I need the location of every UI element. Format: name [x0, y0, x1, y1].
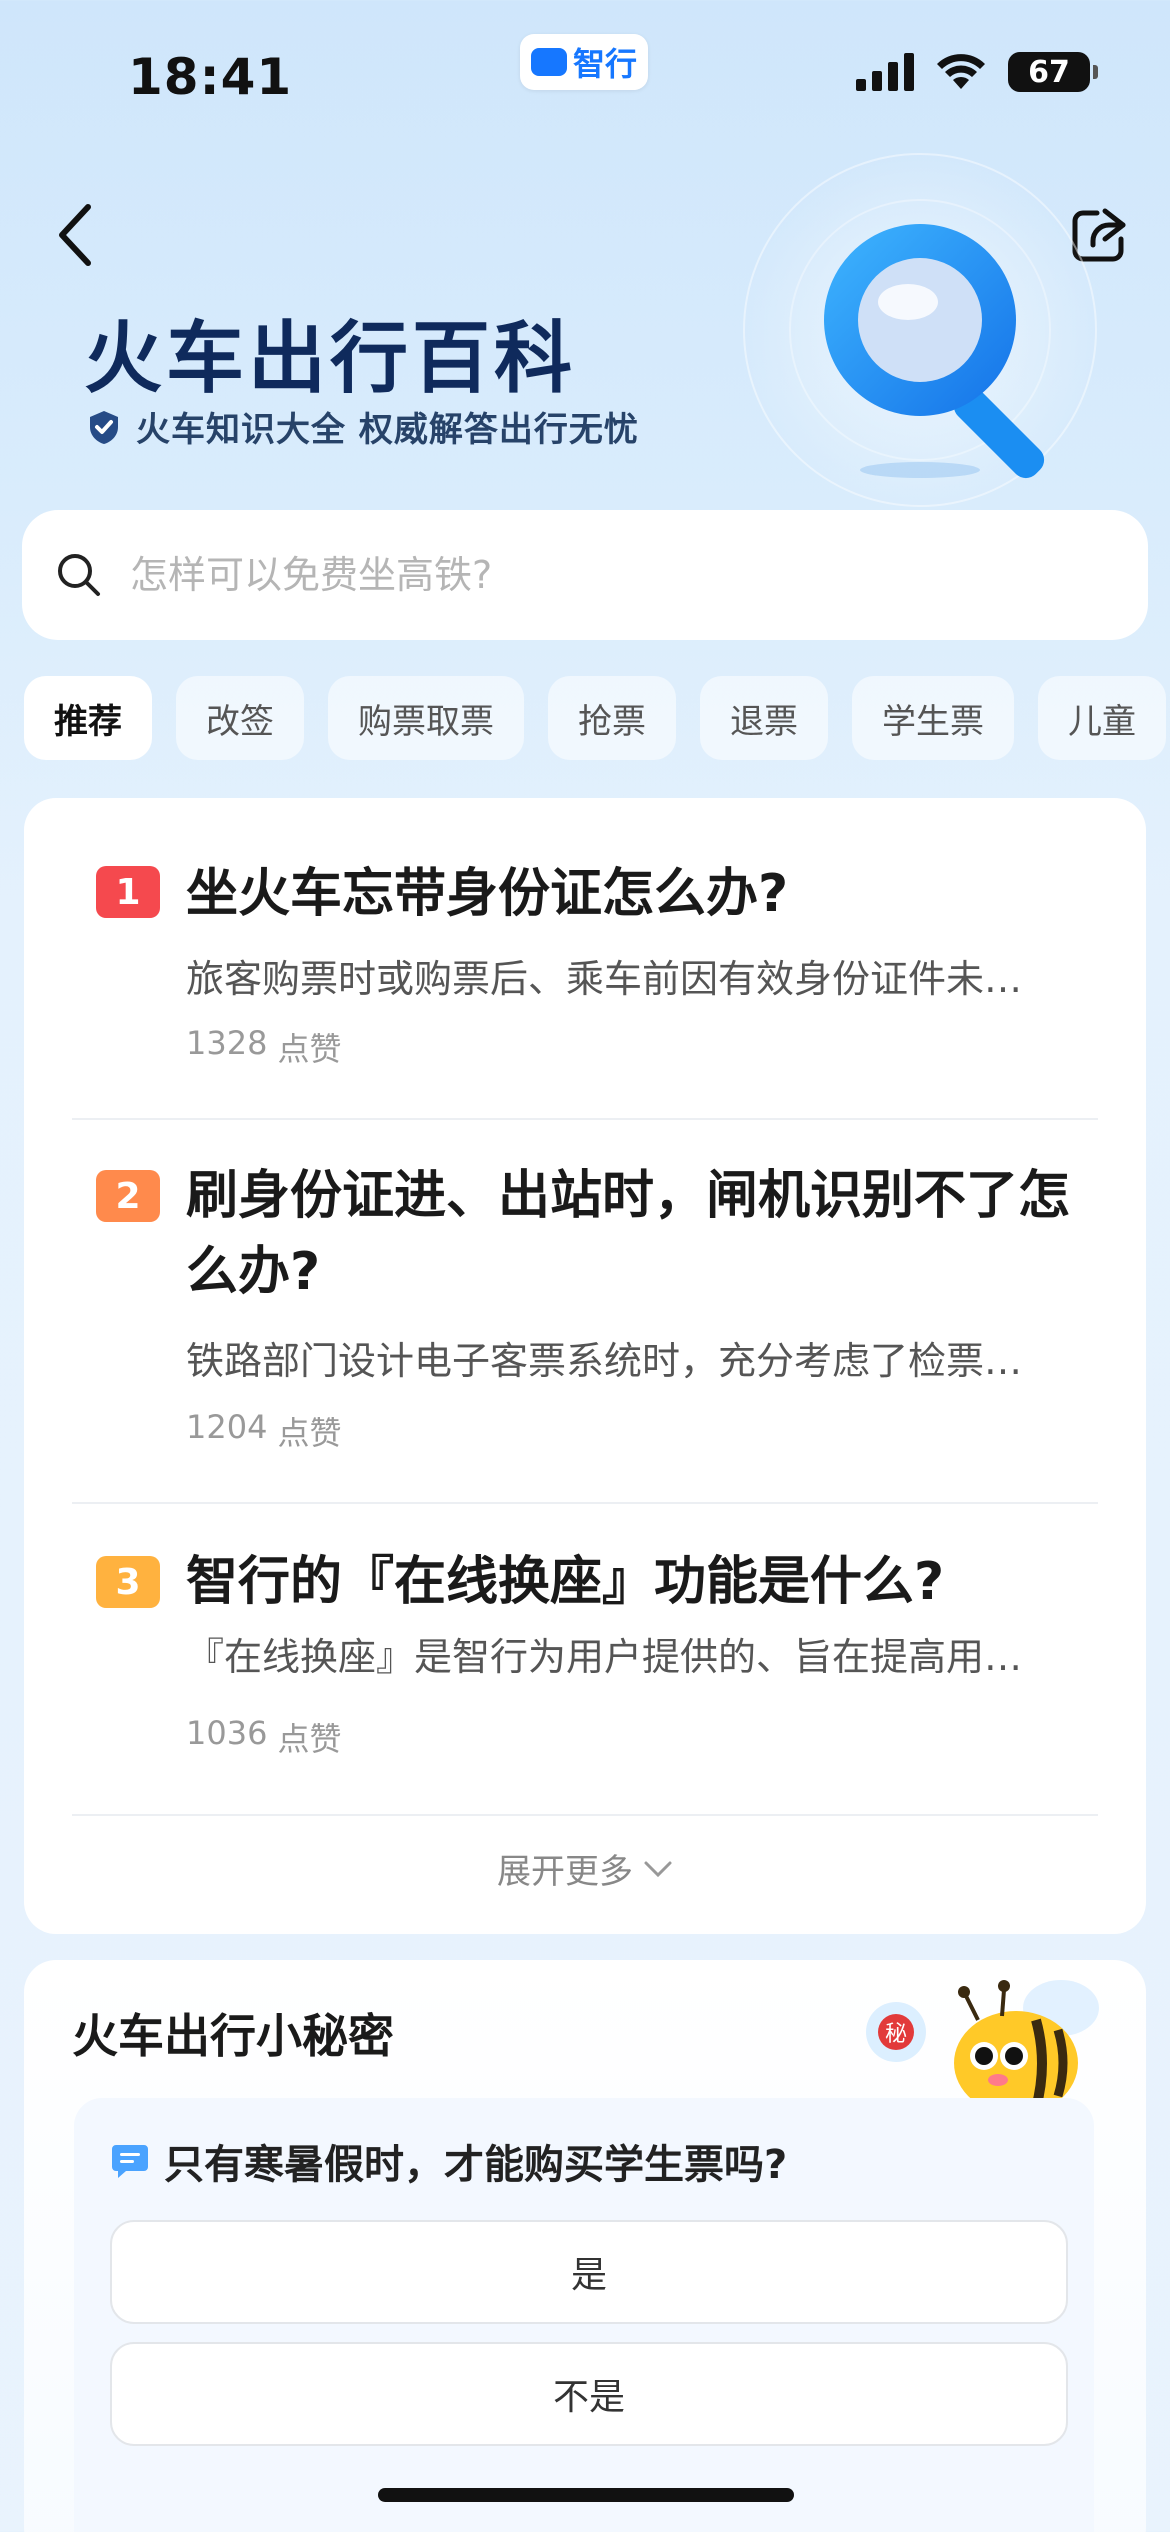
- rank-badge: 3: [96, 1556, 160, 1608]
- likes-number: 1036: [186, 1714, 268, 1752]
- bee-mascot-icon: 秘: [866, 1980, 1099, 2115]
- question-title: 刷身份证进、出站时，闸机识别不了怎么办?: [186, 1166, 1071, 1302]
- secret-title: 火车出行小秘密: [72, 2009, 394, 2063]
- verified-check-icon: [90, 410, 118, 444]
- question-title: 坐火车忘带身份证怎么办?: [186, 864, 789, 924]
- expand-more-button[interactable]: 展开更多: [24, 1844, 1146, 1893]
- subtitle: 火车知识大全 权威解答出行无忧: [86, 402, 639, 451]
- quiz-question: 只有寒暑假时，才能购买学生票吗?: [110, 2132, 787, 2190]
- search-icon: [58, 554, 100, 596]
- tab-change[interactable]: 改签: [176, 676, 304, 760]
- expand-more-label: 展开更多: [497, 1852, 633, 1892]
- quiz-option-no[interactable]: 不是: [110, 2342, 1068, 2446]
- likes-unit: 点赞: [277, 1720, 342, 1758]
- tab-student[interactable]: 学生票: [852, 676, 1014, 760]
- home-indicator[interactable]: [378, 2488, 794, 2502]
- rank-badge: 1: [96, 866, 160, 918]
- chevron-down-icon: [644, 1861, 672, 1877]
- category-tabs: 推荐 改签 购票取票 抢票 退票 学生票 儿童: [24, 676, 1166, 760]
- app-logo-icon: [530, 48, 567, 76]
- question-desc: 旅客购票时或购票后、乘车前因有效身份证件未…: [186, 957, 1023, 1001]
- secret-badge-label: 秘: [885, 2022, 907, 2047]
- tab-recommend[interactable]: 推荐: [24, 676, 152, 760]
- app-pill-label: 智行: [572, 45, 637, 83]
- secret-card: 火车出行小秘密 秘 只有寒暑假时，才能购买学生票吗? 是 不是: [24, 1960, 1146, 2532]
- app-pill[interactable]: 智行: [520, 34, 648, 90]
- magnifier-illustration-icon: [740, 150, 1100, 510]
- divider: [72, 1118, 1098, 1120]
- battery-indicator: 67: [1008, 52, 1098, 92]
- likes-number: 1328: [186, 1024, 268, 1062]
- question-desc: 『在线换座』是智行为用户提供的、旨在提高用…: [186, 1635, 1023, 1679]
- quiz-panel: 只有寒暑假时，才能购买学生票吗? 是 不是: [74, 2098, 1094, 2532]
- likes-unit: 点赞: [277, 1414, 342, 1452]
- tab-buy-collect[interactable]: 购票取票: [328, 676, 524, 760]
- divider: [72, 1814, 1098, 1816]
- signal-icon: [856, 53, 914, 91]
- page-title: 火车出行百科: [84, 314, 577, 404]
- likes-number: 1204: [186, 1408, 268, 1446]
- divider: [72, 1502, 1098, 1504]
- quiz-question-text: 只有寒暑假时，才能购买学生票吗?: [164, 2142, 788, 2188]
- likes-count: 1204 点赞: [186, 1408, 341, 1454]
- tab-refund[interactable]: 退票: [700, 676, 828, 760]
- chat-bubble-icon: [112, 2145, 148, 2178]
- back-button[interactable]: [44, 200, 104, 270]
- likes-count: 1036 点赞: [186, 1714, 341, 1760]
- wifi-icon: [937, 54, 985, 89]
- likes-unit: 点赞: [277, 1030, 342, 1068]
- search-input[interactable]: [130, 553, 1030, 597]
- search-bar[interactable]: [22, 510, 1148, 640]
- status-icons: 67: [856, 52, 1098, 92]
- quiz-option-yes[interactable]: 是: [110, 2220, 1068, 2324]
- questions-card: 1 坐火车忘带身份证怎么办? 旅客购票时或购票后、乘车前因有效身份证件未… 13…: [24, 798, 1146, 1934]
- tab-grab[interactable]: 抢票: [548, 676, 676, 760]
- question-desc: 铁路部门设计电子客票系统时，充分考虑了检票…: [186, 1339, 1023, 1383]
- subtitle-text: 火车知识大全 权威解答出行无忧: [136, 410, 639, 450]
- likes-count: 1328 点赞: [186, 1024, 341, 1070]
- question-title: 智行的『在线换座』功能是什么?: [186, 1552, 945, 1612]
- status-time: 18:41: [128, 48, 293, 106]
- rank-badge: 2: [96, 1170, 160, 1222]
- chevron-left-icon: [59, 204, 91, 266]
- tab-child[interactable]: 儿童: [1038, 676, 1166, 760]
